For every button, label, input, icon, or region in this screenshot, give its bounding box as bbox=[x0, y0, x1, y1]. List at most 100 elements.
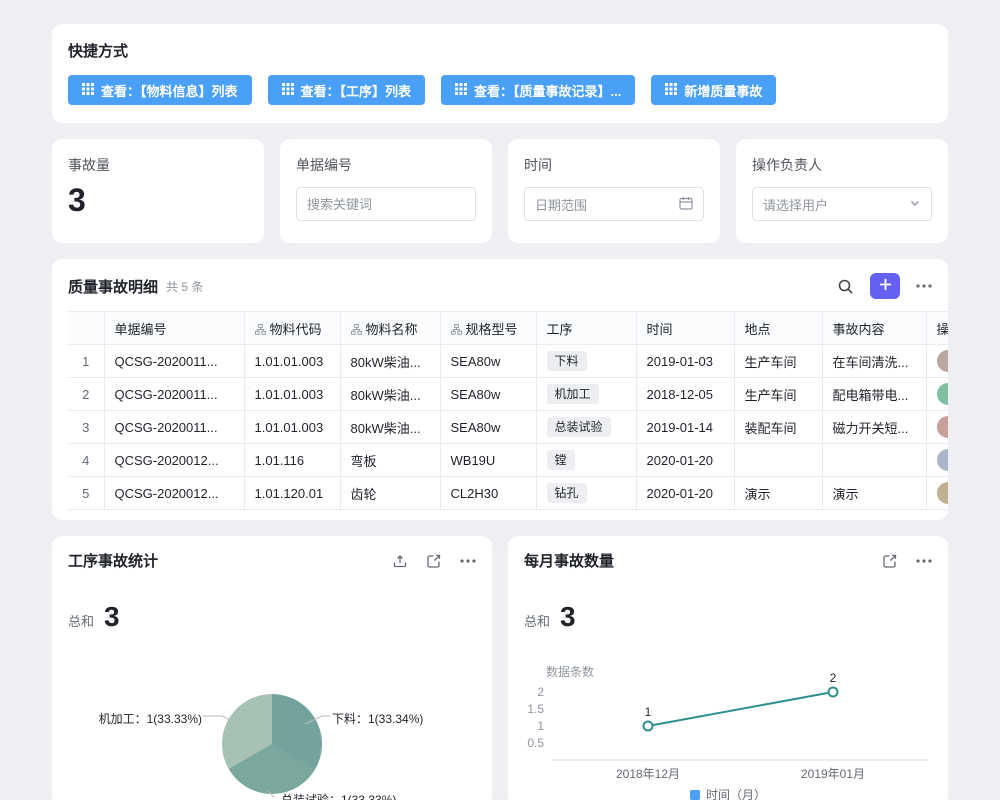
cell-operator bbox=[926, 411, 948, 444]
cell-operator bbox=[926, 477, 948, 510]
table-row[interactable]: 3QCSG-2020011...1.01.01.00380kW柴油...SEA8… bbox=[68, 411, 948, 444]
cell-content: 在车间清洗... bbox=[822, 345, 926, 378]
cell-material-name: 80kW柴油... bbox=[340, 411, 440, 444]
row-index: 1 bbox=[68, 345, 104, 378]
cell-doc-number: QCSG-2020012... bbox=[104, 444, 244, 477]
table-row[interactable]: 5QCSG-2020012...1.01.120.01齿轮CL2H30钻孔202… bbox=[68, 477, 948, 510]
x-axis-title-text: 时间（月） bbox=[706, 786, 766, 800]
cell-material-name: 80kW柴油... bbox=[340, 345, 440, 378]
cell-place: 生产车间 bbox=[734, 378, 822, 411]
column-header[interactable]: 操 bbox=[926, 312, 948, 345]
pie-label-machining: 机加工：1(33.33%) bbox=[80, 710, 202, 727]
process-tag: 机加工 bbox=[547, 384, 599, 404]
lookup-icon bbox=[255, 323, 266, 338]
cell-place: 装配车间 bbox=[734, 411, 822, 444]
open-window-icon[interactable] bbox=[882, 553, 898, 569]
column-header[interactable]: 物料名称 bbox=[340, 312, 440, 345]
monthly-accident-line-card: 每月事故数量 总和 3 数据条数0.511.522018年12月2019年01月… bbox=[508, 536, 948, 800]
svg-text:2018年12月: 2018年12月 bbox=[616, 767, 680, 781]
doc-number-label: 单据编号 bbox=[296, 155, 476, 175]
cell-content: 磁力开关短... bbox=[822, 411, 926, 444]
cell-process: 机加工 bbox=[536, 378, 636, 411]
cell-content: 配电箱带电... bbox=[822, 378, 926, 411]
search-icon[interactable] bbox=[837, 278, 854, 295]
table-row[interactable]: 1QCSG-2020011...1.01.01.00380kW柴油...SEA8… bbox=[68, 345, 948, 378]
cell-place: 生产车间 bbox=[734, 345, 822, 378]
column-header[interactable] bbox=[68, 312, 104, 345]
filter-row: 事故量 3 单据编号 时间 日期范围 操作负责人 请选择用户 bbox=[52, 139, 948, 243]
view-quality-records-button[interactable]: 查看：【质量事故记录】... bbox=[441, 75, 635, 105]
chevron-down-icon bbox=[909, 197, 921, 212]
date-range-input[interactable]: 日期范围 bbox=[524, 187, 704, 221]
cell-spec: SEA80w bbox=[440, 345, 536, 378]
date-range-placeholder: 日期范围 bbox=[535, 195, 587, 214]
pie-label-cutting: 下料：1(33.34%) bbox=[332, 710, 423, 727]
sum-value: 3 bbox=[560, 601, 576, 633]
cell-spec: SEA80w bbox=[440, 411, 536, 444]
cell-material-code: 1.01.120.01 bbox=[244, 477, 340, 510]
column-header[interactable]: 物料代码 bbox=[244, 312, 340, 345]
grid-icon bbox=[455, 83, 467, 98]
time-label: 时间 bbox=[524, 155, 704, 175]
cell-date: 2020-01-20 bbox=[636, 444, 734, 477]
export-icon[interactable] bbox=[392, 553, 408, 569]
more-icon[interactable] bbox=[916, 559, 932, 563]
cell-material-name: 弯板 bbox=[340, 444, 440, 477]
cell-process: 钻孔 bbox=[536, 477, 636, 510]
row-index: 2 bbox=[68, 378, 104, 411]
line-card-title: 每月事故数量 bbox=[524, 550, 864, 571]
accident-count-label: 事故量 bbox=[68, 155, 248, 175]
avatar bbox=[937, 350, 949, 372]
row-index: 3 bbox=[68, 411, 104, 444]
cell-process: 下料 bbox=[536, 345, 636, 378]
column-header-label: 地点 bbox=[745, 322, 771, 337]
svg-text:1: 1 bbox=[537, 719, 544, 733]
cell-place: 演示 bbox=[734, 477, 822, 510]
cell-date: 2019-01-14 bbox=[636, 411, 734, 444]
shortcut-label: 新增质量事故 bbox=[684, 81, 762, 100]
column-header[interactable]: 地点 bbox=[734, 312, 822, 345]
user-select[interactable]: 请选择用户 bbox=[752, 187, 932, 221]
grid-icon bbox=[282, 83, 294, 98]
sum-value: 3 bbox=[104, 601, 120, 633]
cell-material-code: 1.01.116 bbox=[244, 444, 340, 477]
column-header[interactable]: 规格型号 bbox=[440, 312, 536, 345]
cell-operator bbox=[926, 378, 948, 411]
table-row[interactable]: 2QCSG-2020011...1.01.01.00380kW柴油...SEA8… bbox=[68, 378, 948, 411]
column-header[interactable]: 单据编号 bbox=[104, 312, 244, 345]
column-header-label: 操 bbox=[937, 322, 949, 337]
column-header[interactable]: 事故内容 bbox=[822, 312, 926, 345]
cell-operator bbox=[926, 444, 948, 477]
operator-label: 操作负责人 bbox=[752, 155, 932, 175]
cell-spec: WB19U bbox=[440, 444, 536, 477]
line-sum-row: 总和 3 bbox=[524, 601, 932, 633]
add-quality-accident-button[interactable]: 新增质量事故 bbox=[651, 75, 776, 105]
more-icon[interactable] bbox=[460, 559, 476, 563]
process-tag: 总装试验 bbox=[547, 417, 611, 437]
svg-text:0.5: 0.5 bbox=[527, 736, 544, 750]
table-scroll-area[interactable]: 单据编号物料代码物料名称规格型号工序时间地点事故内容操 1QCSG-202001… bbox=[68, 311, 948, 510]
grid-icon bbox=[665, 83, 677, 98]
process-accident-pie-card: 工序事故统计 总和 3 机加工：1(33.33%) 下料：1(33.34%) 总… bbox=[52, 536, 492, 800]
cell-date: 2019-01-03 bbox=[636, 345, 734, 378]
lookup-icon bbox=[451, 323, 462, 338]
column-header[interactable]: 时间 bbox=[636, 312, 734, 345]
column-header[interactable]: 工序 bbox=[536, 312, 636, 345]
add-record-button[interactable] bbox=[870, 273, 900, 299]
more-icon[interactable] bbox=[916, 284, 932, 288]
time-filter-card: 时间 日期范围 bbox=[508, 139, 720, 243]
svg-text:2: 2 bbox=[830, 671, 837, 685]
process-tag: 钻孔 bbox=[547, 483, 587, 503]
view-process-list-button[interactable]: 查看：【工序】列表 bbox=[268, 75, 426, 105]
view-material-list-button[interactable]: 查看：【物料信息】列表 bbox=[68, 75, 252, 105]
avatar bbox=[937, 383, 949, 405]
cell-material-name: 80kW柴油... bbox=[340, 378, 440, 411]
svg-text:1.5: 1.5 bbox=[527, 702, 544, 716]
table-title: 质量事故明细 bbox=[68, 276, 158, 297]
sum-label: 总和 bbox=[68, 611, 94, 630]
svg-text:数据条数: 数据条数 bbox=[546, 664, 594, 679]
open-window-icon[interactable] bbox=[426, 553, 442, 569]
table-row[interactable]: 4QCSG-2020012...1.01.116弯板WB19U镗2020-01-… bbox=[68, 444, 948, 477]
search-input[interactable] bbox=[296, 187, 476, 221]
column-header-label: 规格型号 bbox=[466, 322, 518, 337]
